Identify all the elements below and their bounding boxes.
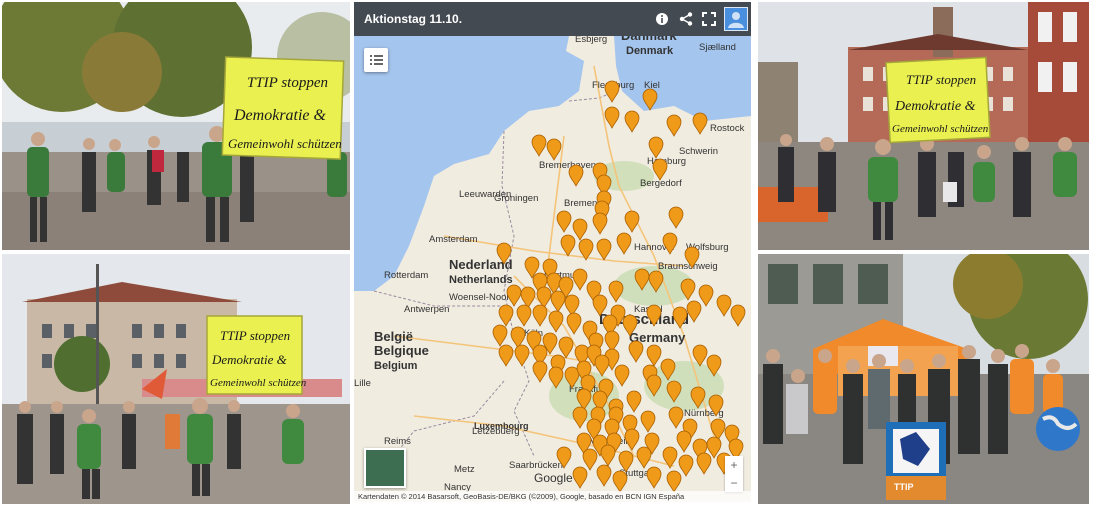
photo-demo-street-top-left: TTIP stoppen Demokratie & Gemeinwohl sch… bbox=[2, 2, 350, 250]
map-country-label-belgique: België bbox=[374, 329, 413, 344]
map-city-label-esbjerg: Esbjerg bbox=[575, 36, 607, 45]
sign-line-3: Gemeinwohl schützen bbox=[228, 136, 342, 151]
zoom-out-button[interactable]: − bbox=[725, 474, 743, 492]
map-canvas[interactable]: DanmarkDenmarkNederlandNetherlandsBelgië… bbox=[354, 28, 751, 502]
map-city-label-schwerin: Schwerin bbox=[679, 146, 718, 157]
zoom-control: + − bbox=[725, 456, 743, 492]
photo-info-stand-bottom-right: TTIP bbox=[758, 254, 1089, 504]
map-city-label-lille: Lille bbox=[354, 378, 371, 389]
sign-line-1: TTIP stoppen bbox=[220, 328, 290, 343]
satellite-view-thumbnail[interactable] bbox=[364, 448, 406, 488]
map-title: Aktionstag 11.10. bbox=[364, 12, 463, 26]
map-city-label-groningen: Groningen bbox=[494, 193, 538, 204]
sign-line-3: Gemeinwohl schützen bbox=[892, 123, 989, 135]
fullscreen-icon[interactable] bbox=[701, 11, 717, 27]
map-city-label-metz: Metz bbox=[454, 464, 475, 475]
map-city-label-google: Google bbox=[534, 471, 573, 485]
photo-demo-square-top-right: TTIP stoppen Demokratie & Gemeinwohl sch… bbox=[758, 2, 1089, 250]
map-city-label-rostock: Rostock bbox=[710, 123, 745, 134]
map-country-label-belgium: Belgique bbox=[374, 343, 429, 358]
map-header: Aktionstag 11.10. bbox=[354, 2, 751, 36]
share-icon[interactable] bbox=[678, 11, 694, 27]
map-city-label-saarbruecken: Saarbrücken bbox=[509, 460, 563, 471]
sign-line-1: TTIP stoppen bbox=[906, 72, 976, 87]
sign-line-2: Demokratie & bbox=[211, 352, 288, 367]
sign-line-2: Demokratie & bbox=[233, 107, 327, 124]
map-city-label-bremerhaven: Bremerhaven bbox=[539, 160, 596, 171]
stand-poster-text: TTIP bbox=[894, 482, 914, 492]
map-city-label-braunschweig: Braunschweig bbox=[658, 261, 718, 272]
map-city-label-letzeburg: Lëtzebuerg bbox=[472, 426, 520, 437]
map-city-label-bergedorf: Bergedorf bbox=[640, 178, 682, 189]
zoom-in-button[interactable]: + bbox=[725, 456, 743, 474]
map-country-label-danmark: Danmark bbox=[621, 36, 677, 43]
map-country-label-netherlands: Netherlands bbox=[449, 274, 513, 286]
legend-list-button[interactable] bbox=[364, 48, 388, 72]
map-country-label-belgium2: Belgium bbox=[374, 360, 418, 372]
sign-line-2: Demokratie & bbox=[894, 99, 976, 114]
info-icon[interactable] bbox=[654, 11, 670, 27]
map-city-label-sjaelland: Sjælland bbox=[699, 42, 736, 53]
map-city-label-reims: Reims bbox=[384, 436, 411, 447]
map-city-label-rotterdam: Rotterdam bbox=[384, 270, 428, 281]
map-city-label-antwerpen: Antwerpen bbox=[404, 304, 449, 315]
list-icon bbox=[370, 55, 383, 65]
map-attribution: Kartendaten © 2014 Basarsoft, GeoBasis-D… bbox=[354, 491, 751, 502]
user-avatar-icon[interactable] bbox=[724, 7, 748, 31]
map-city-label-woensel: Woensel-Noord bbox=[449, 292, 515, 303]
photo-demo-square-bottom-left: TTIP stoppen Demokratie & Gemeinwohl sch… bbox=[2, 254, 350, 504]
map-city-label-amsterdam: Amsterdam bbox=[429, 234, 478, 245]
sign-line-3: Gemeinwohl schützen bbox=[210, 377, 307, 389]
sign-line-1: TTIP stoppen bbox=[247, 75, 328, 91]
map-widget[interactable]: DanmarkDenmarkNederlandNetherlandsBelgië… bbox=[354, 2, 751, 502]
map-country-label-denmark: Denmark bbox=[626, 45, 674, 57]
map-city-label-bremen: Bremen bbox=[564, 198, 597, 209]
